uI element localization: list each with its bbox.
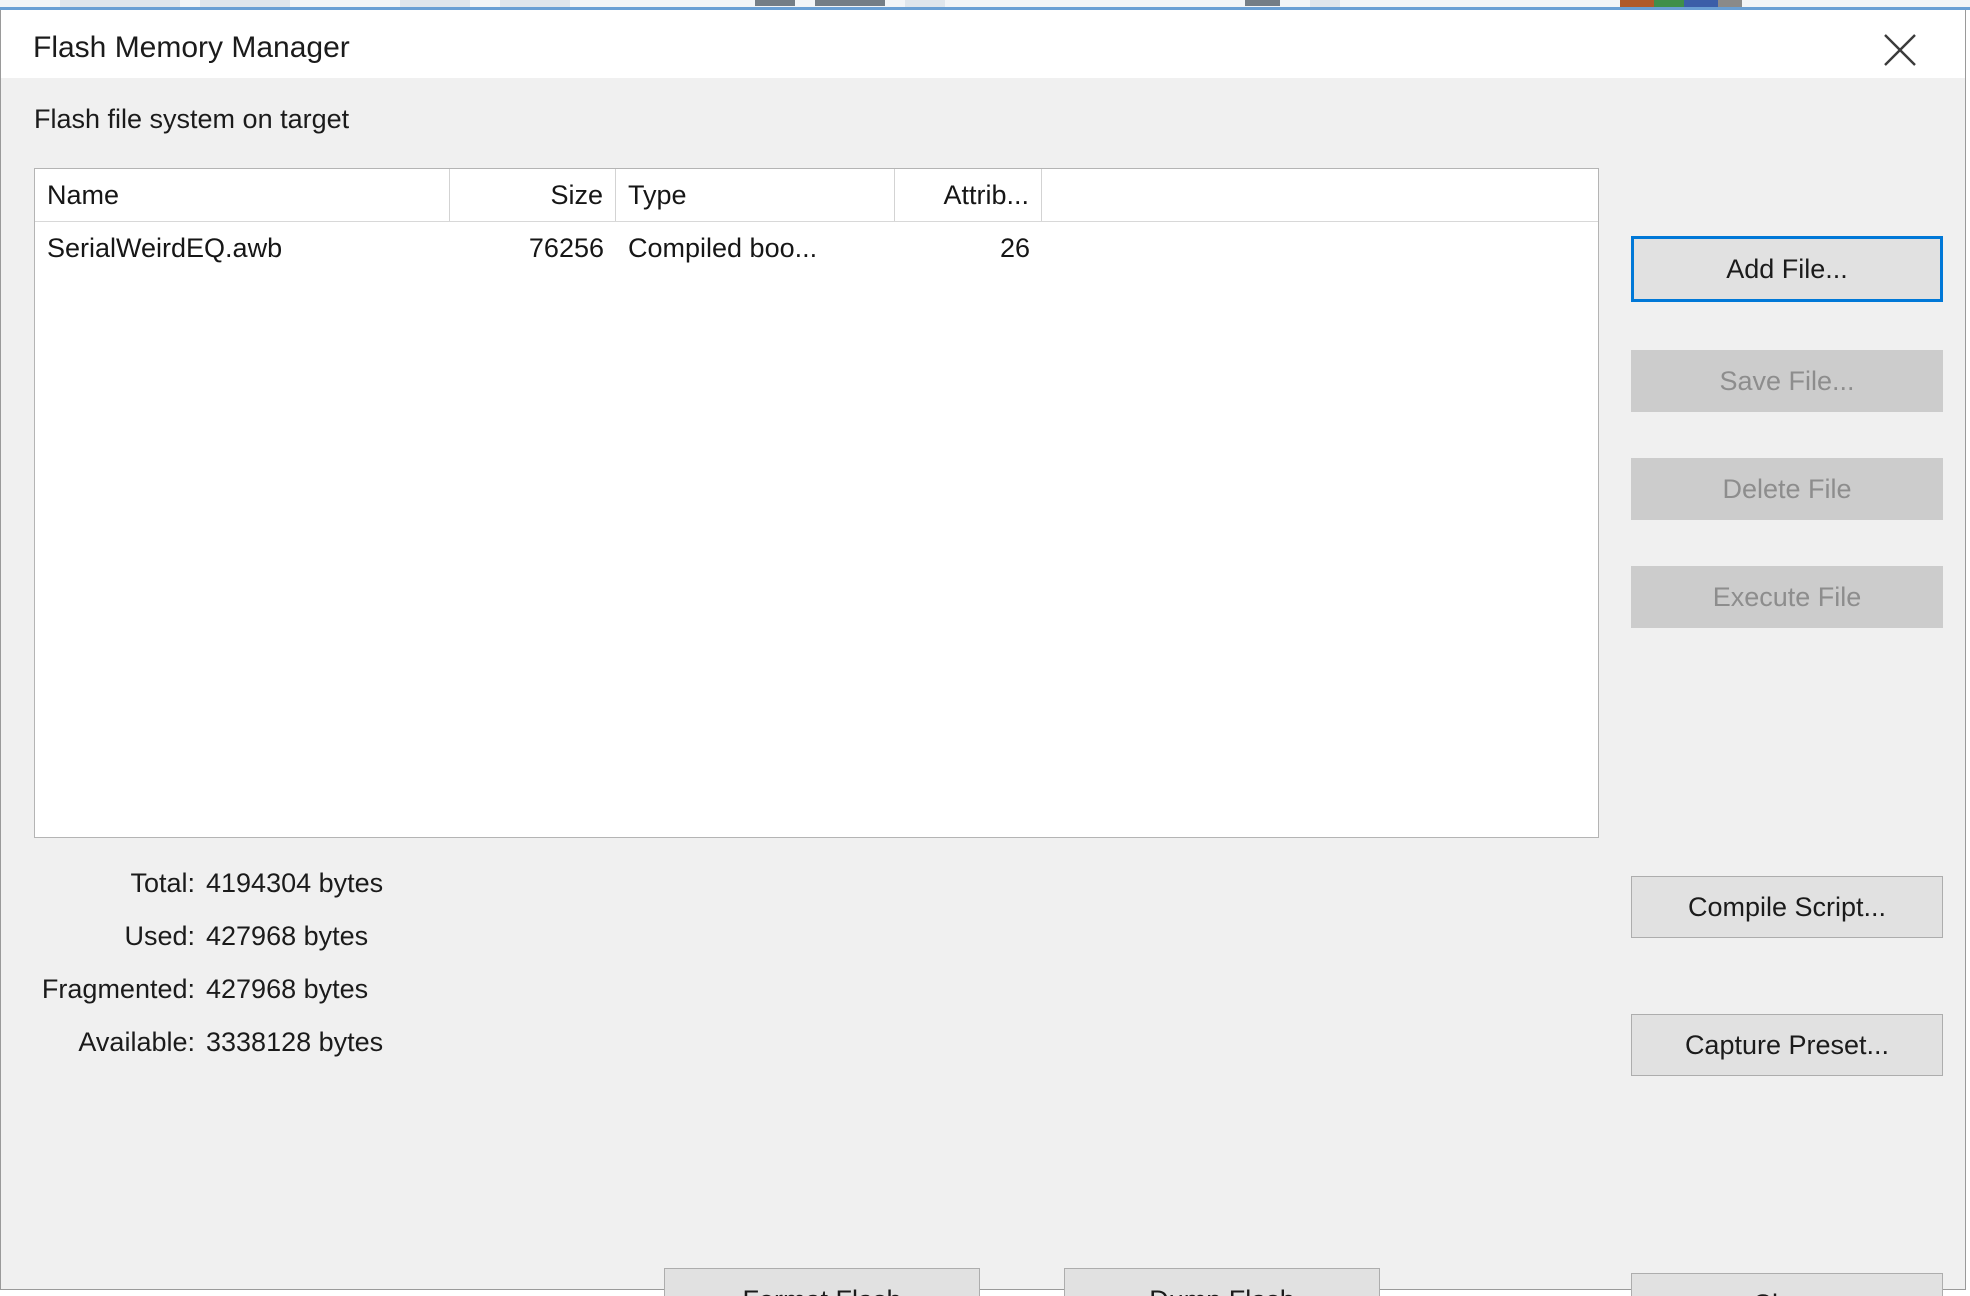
background-ghost-item bbox=[905, 0, 945, 7]
background-ghost-item bbox=[1684, 0, 1718, 7]
format-flash-button[interactable]: Format Flash bbox=[664, 1268, 980, 1296]
background-ghost-item bbox=[1310, 0, 1340, 7]
dialog-body: Flash file system on target Name Size Ty… bbox=[1, 78, 1965, 1289]
cell-name: SerialWeirdEQ.awb bbox=[35, 222, 450, 276]
listview-header-row: Name Size Type Attrib... bbox=[35, 169, 1598, 222]
stat-row-fragmented: Fragmented: 427968 bytes bbox=[1, 974, 471, 1027]
flash-filesystem-label: Flash file system on target bbox=[34, 104, 349, 135]
delete-file-button[interactable]: Delete File bbox=[1631, 458, 1943, 520]
background-ghost-item bbox=[755, 0, 795, 6]
stat-label-fragmented: Fragmented: bbox=[42, 974, 195, 1005]
background-ghost-item bbox=[1245, 0, 1280, 6]
flash-file-listview[interactable]: Name Size Type Attrib... SerialWeirdEQ.a… bbox=[34, 168, 1599, 838]
dump-flash-button[interactable]: Dump Flash bbox=[1064, 1268, 1380, 1296]
stat-label-total: Total: bbox=[130, 868, 195, 899]
column-header-name[interactable]: Name bbox=[35, 169, 450, 221]
dialog-title: Flash Memory Manager bbox=[33, 31, 350, 65]
cell-size: 76256 bbox=[450, 222, 616, 276]
stat-value-available: 3338128 bytes bbox=[206, 1027, 383, 1058]
screen: Flash Memory Manager Flash file system o… bbox=[0, 0, 1970, 1296]
table-row[interactable]: SerialWeirdEQ.awb 76256 Compiled boo... … bbox=[35, 222, 1598, 276]
compile-script-button[interactable]: Compile Script... bbox=[1631, 876, 1943, 938]
background-ghost-item bbox=[1654, 0, 1684, 7]
background-ghost-item bbox=[200, 0, 290, 7]
flash-memory-manager-dialog: Flash Memory Manager Flash file system o… bbox=[0, 10, 1966, 1290]
capture-preset-button[interactable]: Capture Preset... bbox=[1631, 1014, 1943, 1076]
stat-row-used: Used: 427968 bytes bbox=[1, 921, 471, 974]
cell-type: Compiled boo... bbox=[616, 222, 895, 276]
close-button[interactable]: Close bbox=[1631, 1273, 1943, 1296]
cell-attributes: 26 bbox=[895, 222, 1042, 276]
stat-row-total: Total: 4194304 bytes bbox=[1, 868, 471, 921]
background-ghost-item bbox=[1718, 0, 1742, 7]
column-header-type[interactable]: Type bbox=[616, 169, 895, 221]
background-ghost-item bbox=[815, 0, 885, 6]
background-ghost-item bbox=[60, 0, 180, 7]
save-file-button[interactable]: Save File... bbox=[1631, 350, 1943, 412]
background-ghost-item bbox=[1620, 0, 1654, 7]
add-file-button[interactable]: Add File... bbox=[1631, 236, 1943, 302]
background-window-strip bbox=[0, 0, 1970, 10]
stat-value-total: 4194304 bytes bbox=[206, 868, 383, 899]
close-x-icon[interactable] bbox=[1857, 18, 1943, 78]
column-header-attributes[interactable]: Attrib... bbox=[895, 169, 1042, 221]
stat-label-available: Available: bbox=[78, 1027, 195, 1058]
stat-value-fragmented: 427968 bytes bbox=[206, 974, 368, 1005]
stat-row-available: Available: 3338128 bytes bbox=[1, 1027, 471, 1080]
stat-label-used: Used: bbox=[124, 921, 195, 952]
flash-statistics: Total: 4194304 bytes Used: 427968 bytes … bbox=[1, 868, 471, 1080]
column-header-size[interactable]: Size bbox=[450, 169, 616, 221]
stat-value-used: 427968 bytes bbox=[206, 921, 368, 952]
execute-file-button[interactable]: Execute File bbox=[1631, 566, 1943, 628]
background-ghost-item bbox=[400, 0, 470, 7]
dialog-titlebar: Flash Memory Manager bbox=[1, 10, 1965, 79]
background-ghost-item bbox=[500, 0, 570, 7]
